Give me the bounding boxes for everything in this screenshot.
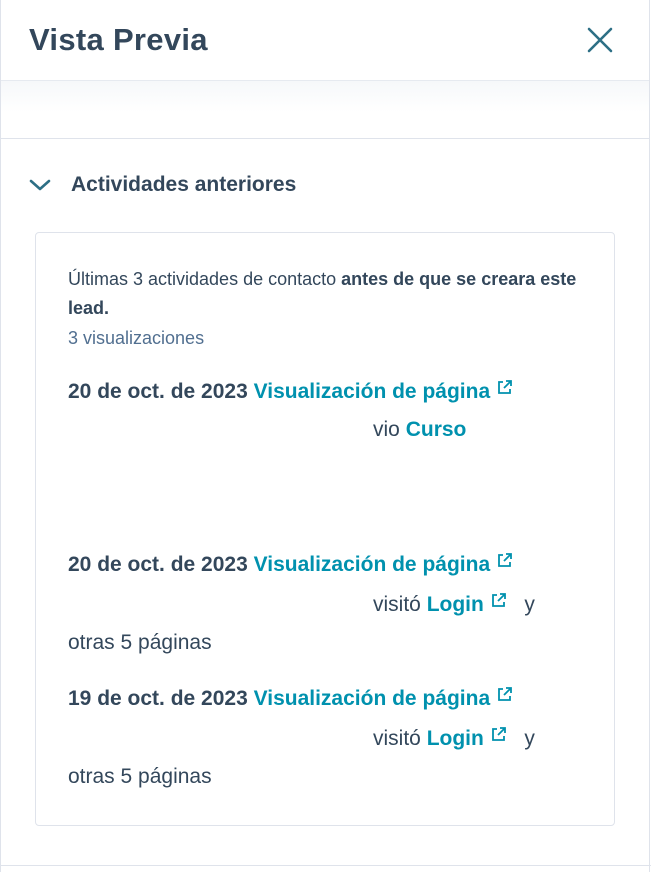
activity-conjunction: y [524,727,535,750]
activity-date: 20 de oct. de 2023 [68,380,248,403]
section-header-previous-activities[interactable]: Actividades anteriores [1,139,649,231]
activity-page-link[interactable]: Login [427,593,484,616]
bottom-divider [1,865,651,866]
activity-date: 19 de oct. de 2023 [68,687,248,710]
activity-page-link[interactable]: Curso [406,418,467,441]
close-icon [587,27,613,53]
activity-conjunction: y [524,593,535,616]
activity-extra-pages: otras 5 páginas [68,765,212,788]
external-link-icon[interactable] [496,544,513,582]
activity-verb: vio [373,418,400,441]
activity-verb: visitó [373,593,421,616]
external-link-icon[interactable] [490,584,507,622]
activity-extra-pages: otras 5 páginas [68,631,212,654]
activity-verb: visitó [373,727,421,750]
external-link-icon[interactable] [490,718,507,756]
activities-card: Últimas 3 actividades de contacto antes … [35,232,615,826]
activity-date: 20 de oct. de 2023 [68,553,248,576]
section-title: Actividades anteriores [71,173,297,196]
header-divider-band [1,81,649,139]
activity-page-link[interactable]: Login [427,727,484,750]
activities-intro: Últimas 3 actividades de contacto antes … [68,265,582,323]
activity-type-link[interactable]: Visualización de página [254,553,491,576]
activity-type-link[interactable]: Visualización de página [254,380,491,403]
close-button[interactable] [585,25,615,55]
activity-type-link[interactable]: Visualización de página [254,687,491,710]
chevron-down-icon[interactable] [29,178,51,192]
activity-item: 19 de oct. de 2023 Visualización de pági… [68,678,582,796]
activity-item: 20 de oct. de 2023 Visualización de pági… [68,544,582,662]
intro-text: Últimas 3 actividades de contacto [68,269,342,289]
views-count: 3 visualizaciones [68,328,205,348]
panel-title: Vista Previa [29,22,208,57]
external-link-icon[interactable] [496,678,513,716]
external-link-icon[interactable] [496,371,513,409]
panel-header: Vista Previa [1,0,649,81]
preview-panel: Vista Previa Actividades anteriores Últi… [0,0,651,872]
activity-item: 20 de oct. de 2023 Visualización de pági… [68,371,582,449]
